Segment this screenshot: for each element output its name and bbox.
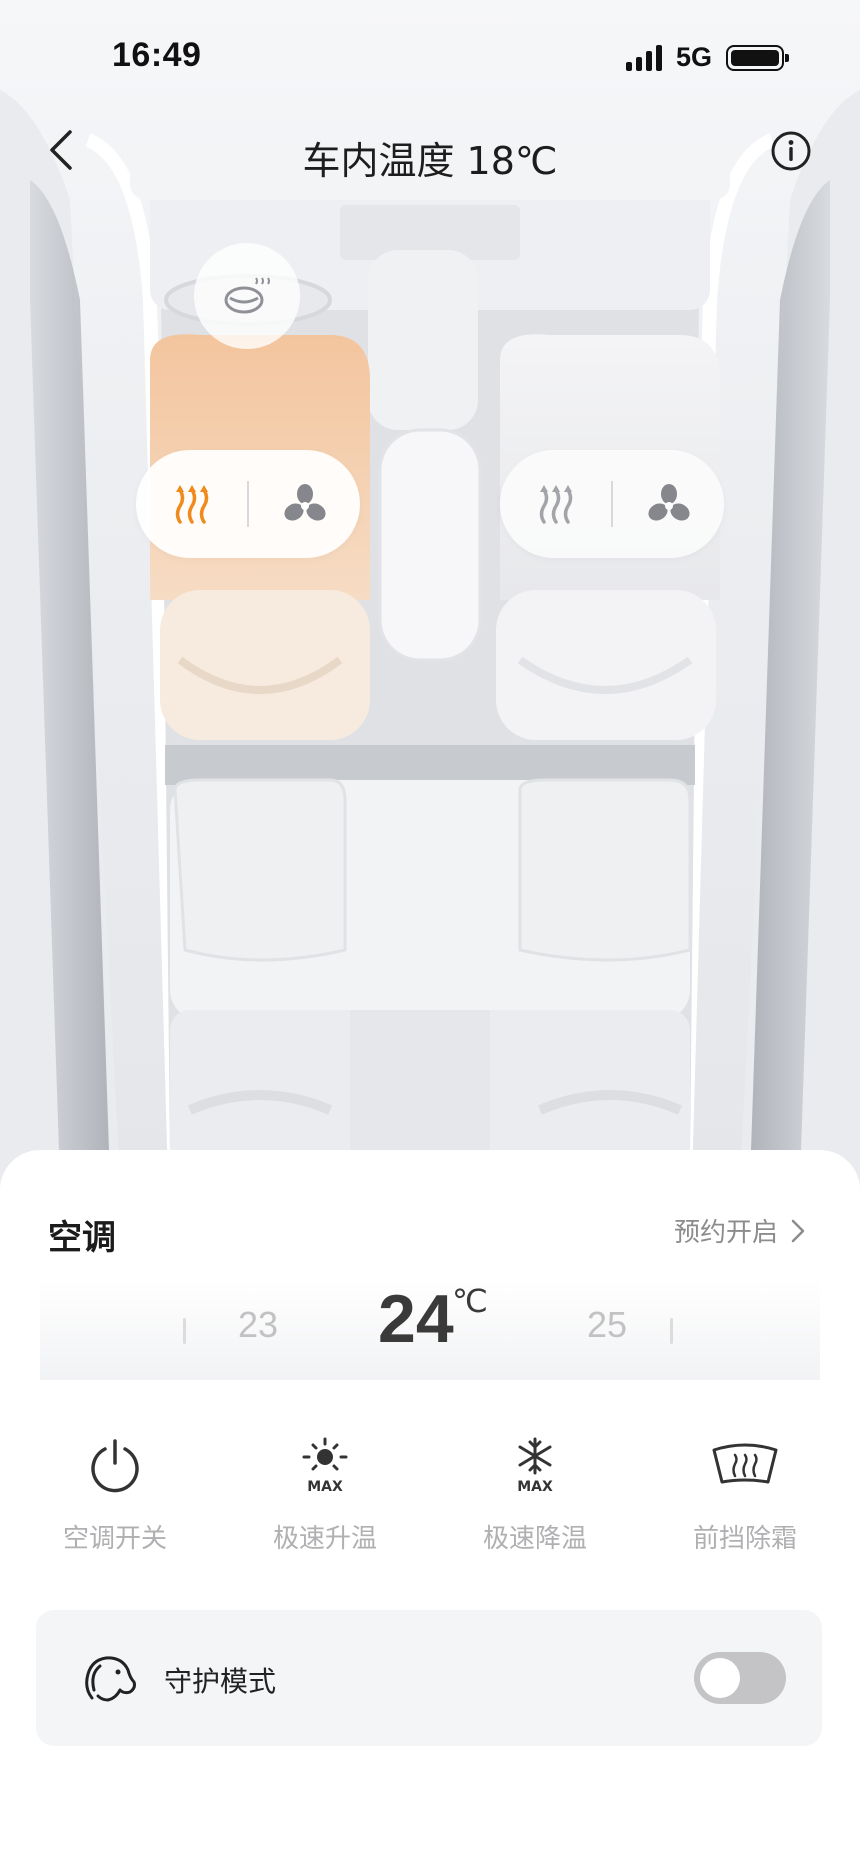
- picker-tick: [183, 1318, 186, 1344]
- temp-next[interactable]: 25: [587, 1304, 627, 1346]
- snowflake-max-icon: MAX: [517, 1437, 553, 1495]
- function-label: 极速升温: [272, 1524, 377, 1554]
- guard-mode-label: 守护模式: [164, 1665, 277, 1698]
- passenger-seat-heat-button[interactable]: [500, 450, 611, 558]
- function-label: 极速降温: [482, 1524, 587, 1554]
- temp-current: 24: [378, 1281, 454, 1357]
- guard-mode-card: 守护模式: [36, 1610, 822, 1746]
- svg-text:MAX: MAX: [307, 1479, 343, 1495]
- driver-seat-vent-button[interactable]: [249, 450, 360, 558]
- status-bar: 16:49 5G: [0, 0, 860, 110]
- info-icon: [771, 131, 811, 171]
- ac-function-row: 空调开关 MAX 极速升温 MAX 极速降温 前挡除霜: [0, 1430, 860, 1570]
- rapid-heat-button[interactable]: MAX 极速升温: [240, 1430, 410, 1555]
- driver-seat-controls: [136, 450, 360, 558]
- section-title: 空调: [48, 1218, 116, 1258]
- steering-wheel-heat-button[interactable]: [194, 243, 300, 349]
- windshield-defrost-button[interactable]: 前挡除霜: [660, 1430, 830, 1555]
- power-icon: [91, 1439, 139, 1493]
- svg-text:MAX: MAX: [517, 1479, 553, 1495]
- toggle-knob: [700, 1658, 740, 1698]
- rapid-cool-button[interactable]: MAX 极速降温: [450, 1430, 620, 1555]
- page-title: 车内温度 18℃: [302, 139, 558, 183]
- windshield-defrost-icon: [712, 1443, 778, 1484]
- seat-heat-icon: [539, 485, 572, 524]
- status-time: 16:49: [112, 36, 202, 74]
- temp-unit: ℃: [452, 1282, 488, 1320]
- battery-icon: [726, 44, 789, 71]
- schedule-label: 预约开启: [673, 1218, 778, 1248]
- passenger-seat-vent-button[interactable]: [613, 450, 724, 558]
- seat-heat-icon: [175, 485, 208, 524]
- temperature-picker[interactable]: 23 24 ℃ 25: [40, 1280, 820, 1380]
- sun-max-icon: MAX: [302, 1437, 348, 1495]
- passenger-seat-controls: [500, 450, 724, 558]
- fan-icon: [647, 484, 690, 521]
- fan-icon: [283, 484, 326, 521]
- function-label: 前挡除霜: [692, 1524, 797, 1554]
- ac-power-button[interactable]: 空调开关: [30, 1430, 200, 1555]
- info-button[interactable]: [770, 130, 812, 172]
- dog-icon: [85, 1656, 136, 1702]
- network-type: 5G: [675, 42, 712, 72]
- function-label: 空调开关: [62, 1524, 167, 1554]
- chevron-right-icon: [791, 1219, 805, 1242]
- driver-seat-heat-button[interactable]: [136, 450, 247, 558]
- temp-prev[interactable]: 23: [238, 1304, 278, 1346]
- schedule-button[interactable]: 预约开启: [674, 1212, 806, 1249]
- status-indicators: 5G: [625, 42, 789, 73]
- steering-wheel-heat-icon: [224, 277, 270, 314]
- ac-control-panel: 空调 预约开启 23 24 ℃ 25 空调开关 MAX 极速升温 MAX 极速降…: [0, 1150, 860, 1864]
- picker-tick: [670, 1318, 673, 1344]
- guard-mode-toggle[interactable]: [694, 1652, 786, 1704]
- cellular-signal-icon: [625, 44, 662, 71]
